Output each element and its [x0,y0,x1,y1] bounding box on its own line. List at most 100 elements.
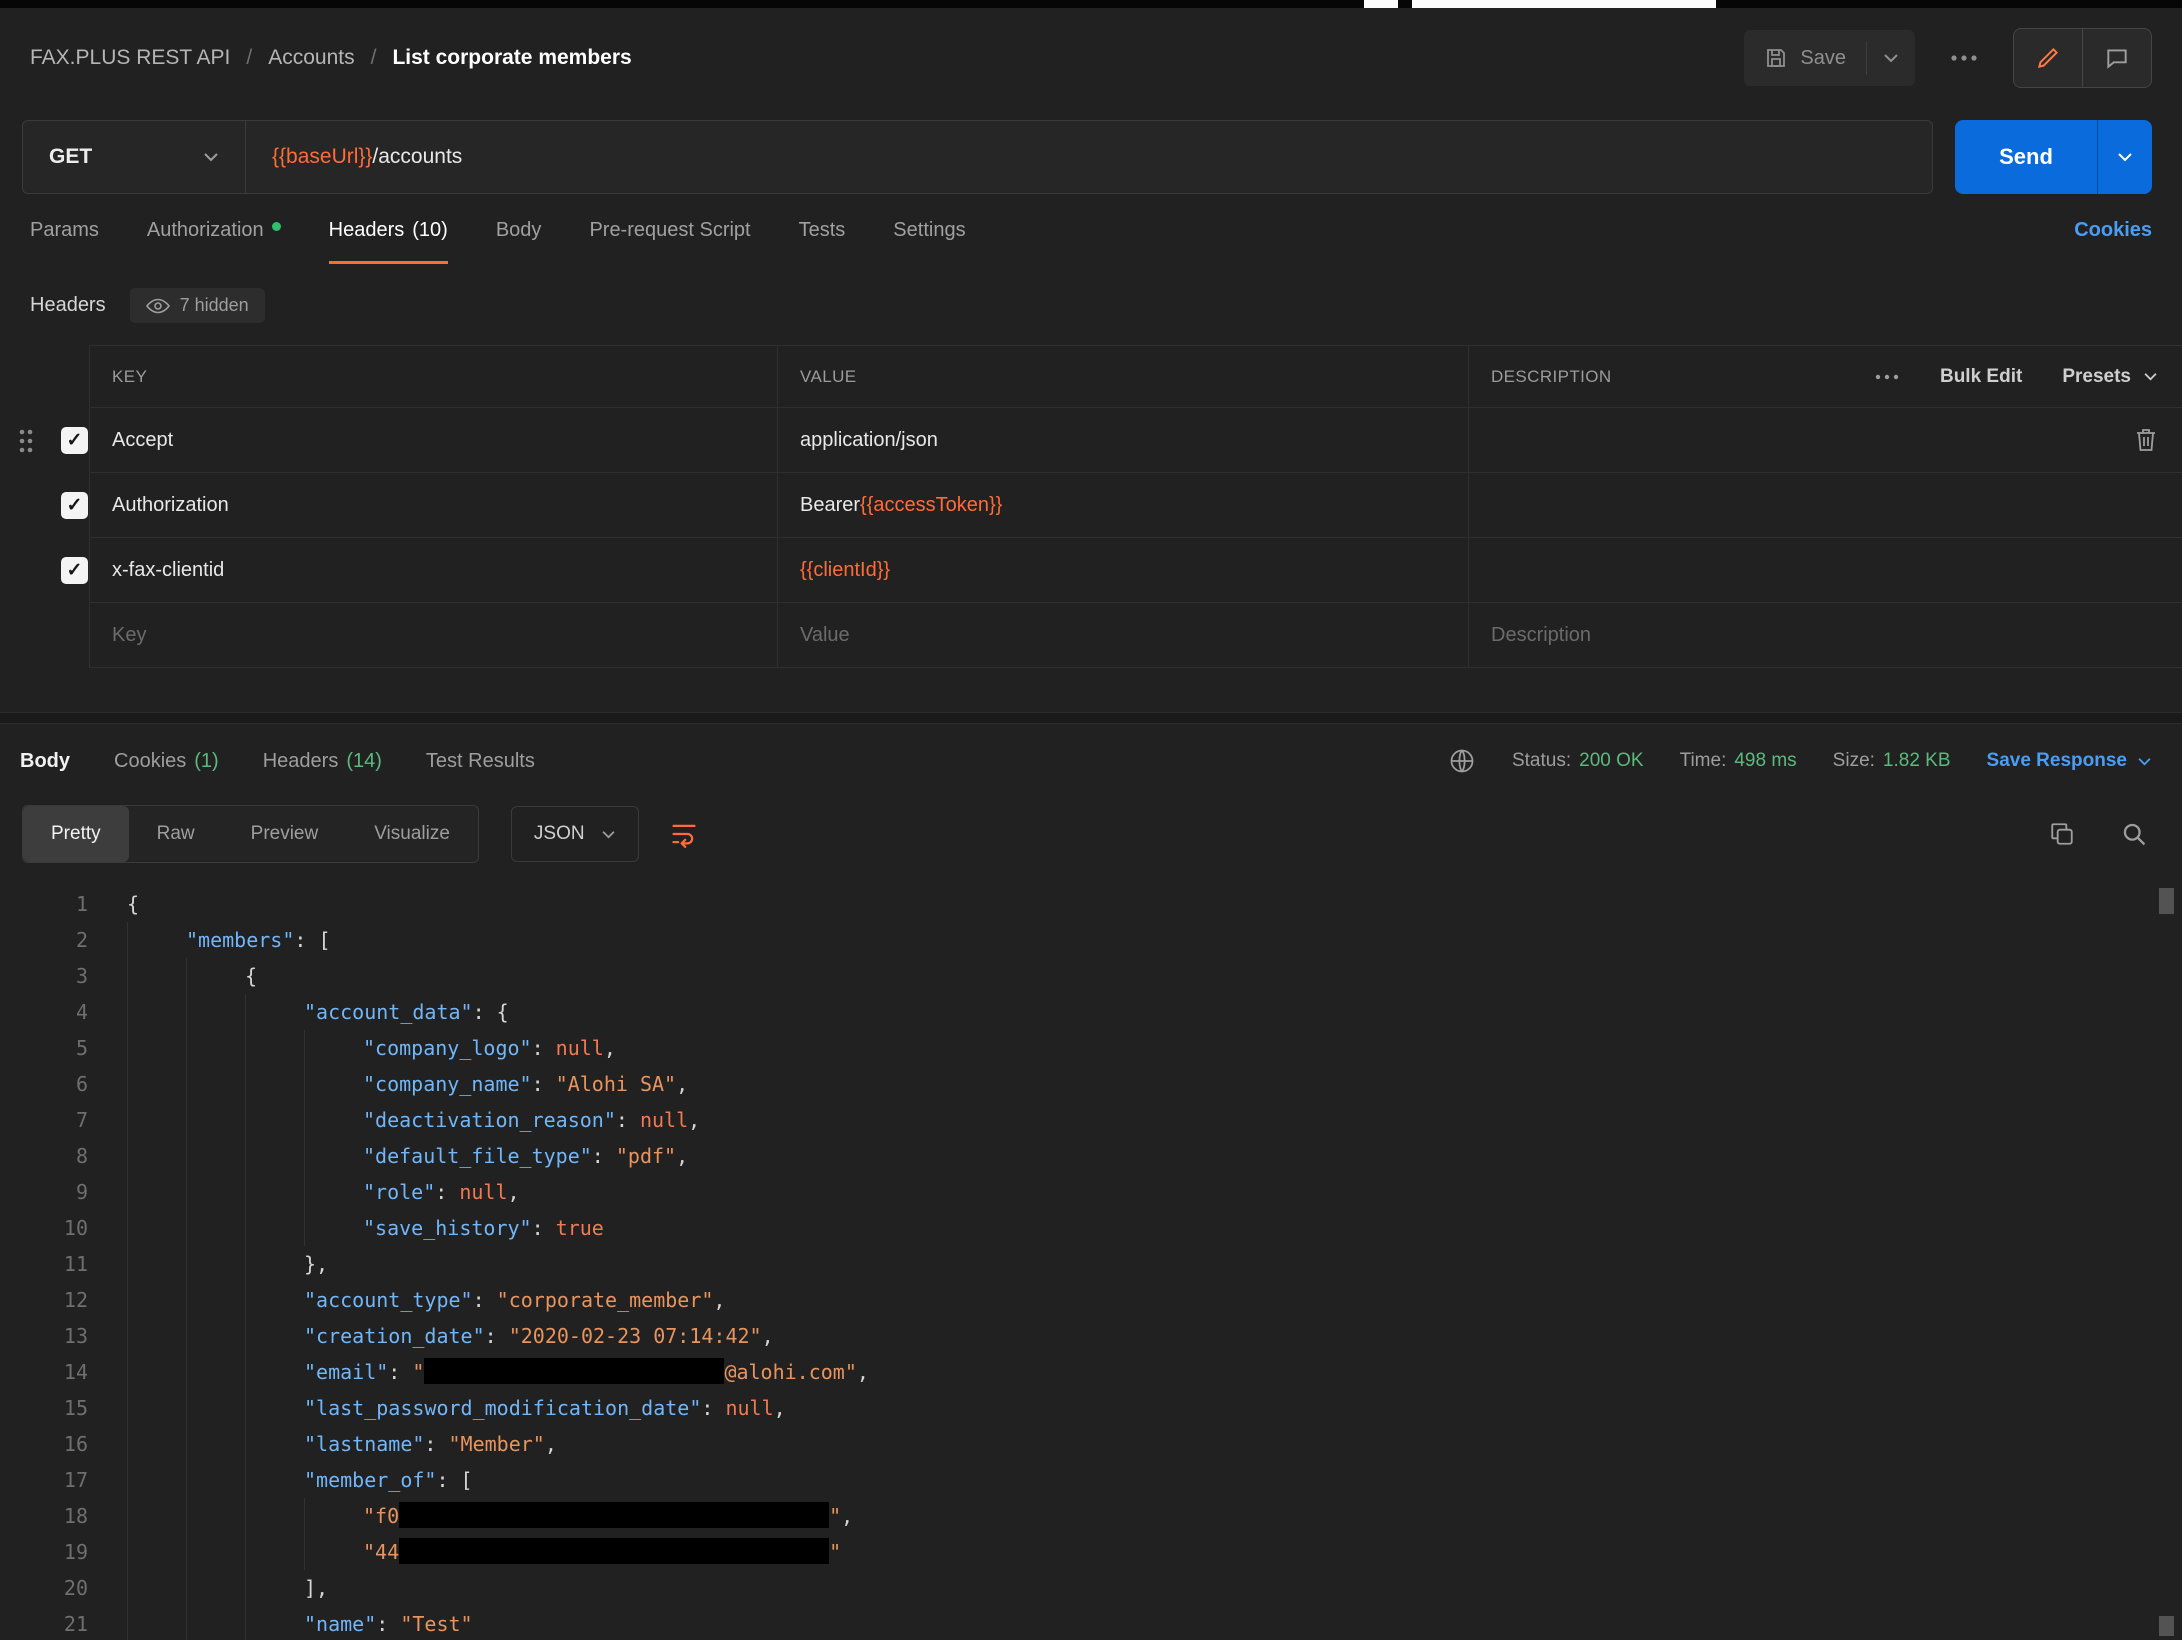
header-value-cell[interactable]: application/json [777,408,1468,473]
view-pretty-button[interactable]: Pretty [23,806,129,862]
save-button-group: Save [1744,30,1915,86]
redaction-box [399,1538,829,1564]
wrap-lines-button[interactable] [669,820,699,848]
view-visualize-button[interactable]: Visualize [346,806,478,862]
window-top-strip [0,0,2182,8]
tab-authorization[interactable]: Authorization [147,219,281,264]
comments-button[interactable] [2082,29,2151,87]
code-line: 20], [0,1570,2182,1606]
request-builder: GET {{baseUrl}}/accounts Send [0,108,2182,194]
drag-handle-icon[interactable] [17,428,35,454]
code-line: 17"member_of": [ [0,1462,2182,1498]
row-checkbox[interactable] [61,492,88,519]
wrap-text-icon [669,820,699,848]
header-key-cell[interactable]: Authorization [89,473,777,538]
row-checkbox[interactable] [61,557,88,584]
response-status: Status: 200 OK [1512,750,1644,772]
breadcrumb-collection[interactable]: FAX.PLUS REST API [30,46,230,70]
breadcrumb-separator: / [371,46,377,70]
new-key-input[interactable]: Key [89,603,777,668]
headers-table-body: Accept application/json Authorization B [0,408,2182,603]
delete-row-icon[interactable] [2134,427,2158,453]
code-line: 11}, [0,1246,2182,1282]
tab-label: Headers [263,750,339,773]
more-options-button[interactable] [1943,54,1985,62]
response-tab-headers[interactable]: Headers (14) [263,750,382,773]
hidden-headers-toggle[interactable]: 7 hidden [130,288,265,323]
scrollbar-thumb-bottom[interactable] [2159,1616,2174,1636]
cookies-link[interactable]: Cookies [2074,219,2152,264]
header-value-cell[interactable]: Bearer {{accessToken}} [777,473,1468,538]
new-description-input[interactable]: Description [1468,603,2182,668]
new-value-input[interactable]: Value [777,603,1468,668]
tab-body[interactable]: Body [496,219,542,264]
tab-label: Tests [799,219,846,242]
tab-headers[interactable]: Headers (10) [329,219,448,264]
view-raw-button[interactable]: Raw [129,806,223,862]
tab-params[interactable]: Params [30,219,99,264]
new-row-controls [0,603,89,668]
response-tab-body[interactable]: Body [20,750,70,773]
code-line: 12"account_type": "corporate_member", [0,1282,2182,1318]
url-input[interactable]: {{baseUrl}}/accounts [246,120,1933,194]
tab-pre-request-script[interactable]: Pre-request Script [589,219,750,264]
hidden-headers-label: 7 hidden [180,295,249,316]
window-tab-mark [1364,0,1398,8]
response-body-viewer[interactable]: 1{2"members": [3{4"account_data": {5"com… [0,880,2182,1640]
pane-resize-divider[interactable] [0,712,2182,724]
header-key-cell[interactable]: x-fax-clientid [89,538,777,603]
bulk-edit-button[interactable]: Bulk Edit [1940,366,2022,388]
table-header-actions: Bulk Edit Presets [1874,366,2158,388]
more-options-icon [1949,54,1979,62]
response-tab-test-results[interactable]: Test Results [426,750,535,773]
tab-settings[interactable]: Settings [893,219,965,264]
tab-label: Headers [329,219,405,242]
send-button[interactable]: Send [1955,120,2097,194]
table-more-actions-icon[interactable] [1874,373,1900,381]
breadcrumb-folder[interactable]: Accounts [268,46,354,70]
edit-mode-button[interactable] [2014,29,2082,87]
column-header-key: KEY [89,345,777,408]
save-options-button[interactable] [1866,41,1915,75]
headers-table: KEY VALUE DESCRIPTION Bulk Edit Presets [0,345,2182,668]
editor-mode-group [2013,28,2152,88]
table-row: x-fax-clientid {{clientId}} [0,538,2182,603]
response-tab-cookies[interactable]: Cookies (1) [114,750,219,773]
row-checkbox[interactable] [61,427,88,454]
redaction-box [424,1358,724,1384]
save-button[interactable]: Save [1744,30,1866,86]
header-key-cell[interactable]: Accept [89,408,777,473]
code-lines: 1{2"members": [3{4"account_data": {5"com… [0,886,2182,1640]
tab-tests[interactable]: Tests [799,219,846,264]
method-select[interactable]: GET [22,120,246,194]
tab-label: Cookies [114,750,186,773]
eye-icon [146,298,170,314]
header-value-cell[interactable]: {{clientId}} [777,538,1468,603]
send-options-button[interactable] [2097,120,2152,194]
view-preview-button[interactable]: Preview [223,806,347,862]
save-response-button[interactable]: Save Response [1987,750,2152,772]
breadcrumb-separator: / [246,46,252,70]
send-button-group: Send [1955,120,2152,194]
header-description-cell[interactable] [1468,538,2182,603]
code-line: 1{ [0,886,2182,922]
copy-response-button[interactable] [2049,821,2075,847]
format-select[interactable]: JSON [511,806,639,862]
search-response-button[interactable] [2121,821,2148,848]
presets-dropdown[interactable]: Presets [2062,366,2158,388]
tab-label: Body [20,750,70,773]
format-label: JSON [534,823,585,845]
header-description-cell[interactable] [1468,408,2182,473]
scrollbar-thumb[interactable] [2159,888,2174,914]
code-line: 15"last_password_modification_date": nul… [0,1390,2182,1426]
response-view-toolbar: Pretty Raw Preview Visualize JSON [0,798,2182,866]
tab-label: Settings [893,219,965,242]
column-header-description: DESCRIPTION Bulk Edit Presets [1468,345,2182,408]
header-description-cell[interactable] [1468,473,2182,538]
code-line: 21"name": "Test" [0,1606,2182,1640]
url-variable: {{baseUrl}} [272,145,372,169]
chevron-down-icon [2117,152,2133,162]
tab-label: Params [30,219,99,242]
chevron-down-icon [2137,757,2152,766]
network-icon[interactable] [1448,747,1476,775]
